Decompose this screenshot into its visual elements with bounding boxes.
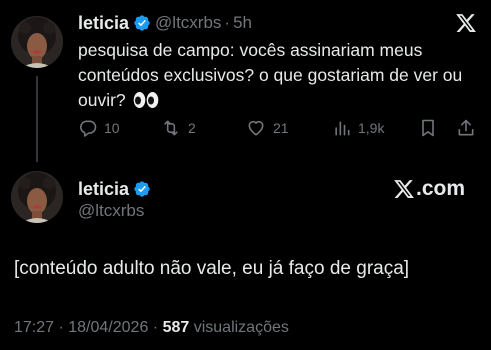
thread-connector	[36, 76, 38, 162]
action-bar: 10 2 21 1,9k	[78, 117, 478, 139]
bookmark-button[interactable]	[418, 117, 438, 139]
reply-icon	[80, 120, 97, 137]
eyes-emoji-icon	[133, 92, 158, 108]
bookmark-icon	[422, 119, 434, 137]
like-button[interactable]: 21	[245, 117, 289, 139]
reply-text: [conteúdo adulto não vale, eu já faço de…	[14, 258, 410, 279]
repost-icon	[164, 120, 178, 136]
reply-avatar[interactable]	[11, 171, 63, 223]
separator-dot: ·	[224, 13, 231, 32]
views-button[interactable]: 1,9k	[332, 117, 384, 139]
x-com-watermark: .com	[393, 177, 465, 201]
avatar[interactable]	[11, 16, 63, 68]
like-count: 21	[273, 120, 289, 136]
tweet-time[interactable]: 5h	[233, 13, 252, 33]
tweet-meta: 17:27 · 18/04/2026 · 587 visualizações	[14, 319, 289, 337]
like-icon	[248, 120, 264, 136]
reply-button[interactable]: 10	[78, 117, 120, 139]
repost-button[interactable]: 2	[160, 117, 196, 139]
share-icon	[458, 119, 474, 136]
views-count: 1,9k	[358, 120, 385, 136]
author-name[interactable]: leticia	[78, 13, 129, 34]
verified-icon	[134, 181, 150, 197]
avatar-photo	[11, 16, 63, 68]
reply-count: 10	[104, 120, 120, 136]
views-number: 587	[162, 319, 190, 336]
views-icon	[335, 121, 350, 136]
avatar-photo	[11, 171, 63, 223]
tweet-text: pesquisa de campo: vocês assinariam meus…	[78, 38, 478, 113]
x-logo-icon[interactable]	[455, 12, 477, 34]
author-handle[interactable]: @ltcxrbs	[155, 13, 221, 33]
views-label: visualizações	[189, 319, 289, 336]
x-com-label: .com	[416, 177, 466, 200]
tweet-header: leticia @ltcxrbs · 5h	[78, 12, 252, 34]
reply-author-name[interactable]: leticia	[78, 179, 129, 200]
timestamp[interactable]: 17:27 · 18/04/2026 ·	[14, 319, 163, 336]
reply-author-handle[interactable]: @ltcxrbs	[78, 201, 144, 221]
share-button[interactable]	[456, 117, 476, 139]
repost-count: 2	[188, 120, 196, 136]
verified-icon	[134, 15, 150, 31]
reply-header: leticia	[78, 178, 155, 200]
x-logo-icon	[394, 180, 414, 198]
